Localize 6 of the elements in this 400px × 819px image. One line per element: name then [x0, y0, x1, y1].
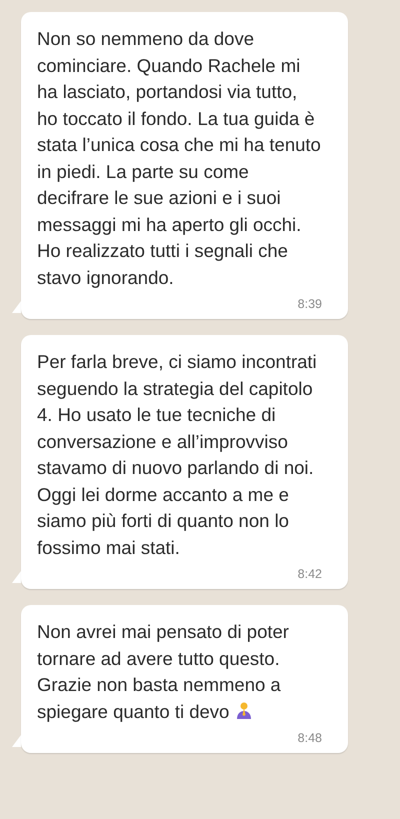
- message-text: Non avrei mai pensato di poter tornare ad avere tutto questo. Grazie non basta nemmeno a spiegare quanto ti devo: [37, 621, 289, 722]
- message-time: 8:39: [298, 297, 322, 311]
- message-text: Per farla breve, ci siamo incontrati seguendo la strategia del capitolo 4. Ho usato le tue tecniche di conversazione e all’improvviso stavamo di nuovo parlando di noi. Oggi lei dorme accanto a me e siamo più forti di quanto non lo fossimo mai stati.: [37, 351, 317, 558]
- message-time: 8:42: [298, 567, 322, 581]
- message-time: 8:48: [298, 731, 322, 745]
- message-text: Non so nemmeno da dove cominciare. Quando Rachele mi ha lasciato, portandosi via tutto, ho toccato il fondo. La tua guida è stata l’unica cosa che mi ha tenuto in piedi. La parte su come decifrare le sue azioni e i suoi messaggi mi ha aperto gli occhi. Ho realizzato tutti i segnali che stavo ignorando.: [37, 28, 321, 288]
